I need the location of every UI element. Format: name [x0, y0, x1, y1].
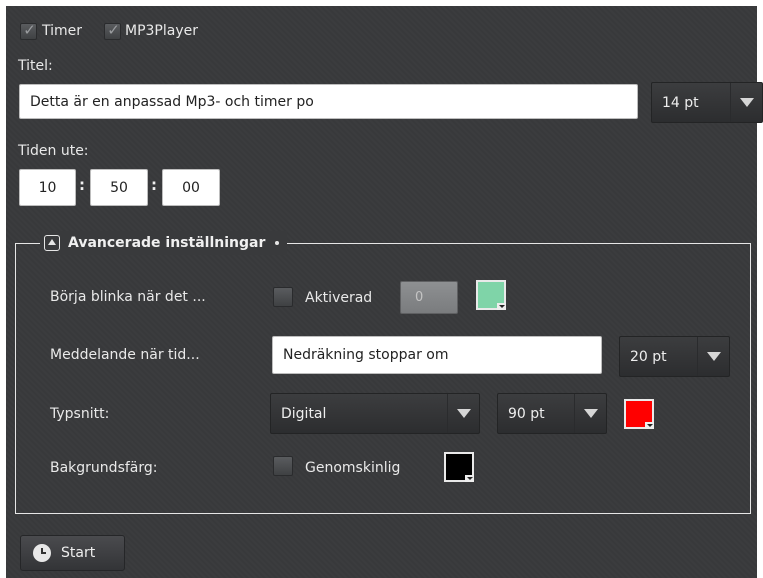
hours-input[interactable]: 10 — [19, 169, 76, 206]
advanced-settings-title: Avancerade inställningar — [68, 235, 266, 251]
message-input[interactable]: Nedräkning stoppar om — [272, 336, 602, 374]
clock-icon — [33, 544, 51, 562]
mp3player-label: MP3Player — [125, 23, 198, 39]
blink-label: Börja blinka när det ... — [50, 289, 206, 305]
chevron-down-icon — [574, 394, 606, 433]
title-font-size-value: 14 pt — [662, 94, 699, 111]
blink-value-input[interactable]: 0 — [400, 281, 458, 314]
chevron-down-icon — [647, 424, 653, 427]
collapse-icon[interactable] — [44, 235, 60, 251]
chevron-down-icon — [467, 477, 473, 480]
chevron-down-icon — [447, 394, 479, 433]
minutes-value: 50 — [110, 179, 128, 196]
time-separator: : — [79, 176, 85, 194]
seconds-input[interactable]: 00 — [162, 169, 220, 206]
blink-enabled-checkbox[interactable] — [273, 287, 293, 307]
title-input[interactable]: Detta är en anpassad Mp3- och timer po — [19, 84, 638, 119]
time-label: Tiden ute: — [18, 143, 89, 159]
title-font-size-select[interactable]: 14 pt — [651, 82, 763, 123]
font-size-value: 90 pt — [508, 405, 545, 422]
font-size-select[interactable]: 90 pt — [497, 393, 607, 434]
dot-icon — [275, 241, 280, 245]
transparent-label: Genomskinlig — [305, 460, 401, 476]
seconds-value: 00 — [182, 179, 200, 196]
start-button-label: Start — [61, 545, 96, 561]
message-input-value: Nedräkning stoppar om — [283, 347, 449, 363]
minutes-input[interactable]: 50 — [90, 169, 148, 206]
transparent-checkbox[interactable] — [273, 456, 293, 476]
background-color-label: Bakgrundsfärg: — [50, 460, 158, 476]
chevron-down-icon — [499, 305, 505, 308]
message-font-size-value: 20 pt — [630, 348, 667, 365]
advanced-settings-header[interactable]: Avancerade inställningar — [40, 231, 288, 255]
timer-checkbox[interactable]: ✓ — [20, 21, 37, 40]
blink-value: 0 — [415, 290, 424, 305]
blink-enabled-label: Aktiverad — [305, 290, 373, 306]
message-label: Meddelande när tid... — [50, 347, 200, 363]
message-font-size-select[interactable]: 20 pt — [619, 336, 730, 377]
timer-label: Timer — [42, 23, 83, 39]
title-input-value: Detta är en anpassad Mp3- och timer po — [30, 93, 314, 110]
check-icon: ✓ — [107, 21, 120, 39]
mp3player-checkbox[interactable]: ✓ — [104, 21, 121, 40]
time-separator: : — [151, 176, 157, 194]
font-family-select[interactable]: Digital — [270, 393, 480, 434]
start-button[interactable]: Start — [20, 535, 125, 571]
hours-value: 10 — [38, 179, 57, 196]
chevron-down-icon — [730, 83, 762, 122]
blink-color-picker[interactable] — [476, 280, 506, 310]
font-family-value: Digital — [281, 405, 327, 422]
font-color-picker[interactable] — [624, 399, 654, 429]
background-color-picker[interactable] — [444, 452, 474, 482]
check-icon: ✓ — [23, 21, 36, 39]
title-label: Titel: — [18, 58, 53, 74]
font-label: Typsnitt: — [50, 406, 110, 422]
chevron-down-icon — [697, 337, 729, 376]
